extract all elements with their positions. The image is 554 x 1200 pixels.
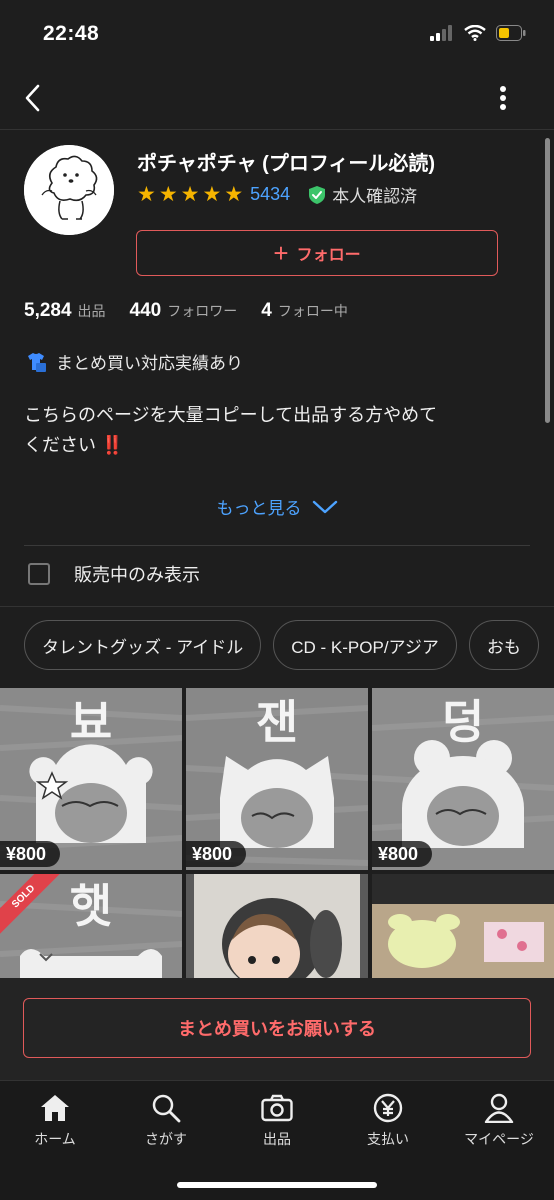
tab-home[interactable]: ホーム [0, 1091, 110, 1149]
tab-label: 出品 [263, 1131, 291, 1147]
battery-icon [496, 25, 526, 41]
listing-label: 出品 [77, 303, 106, 319]
shield-check-icon [309, 185, 326, 204]
show-more-link[interactable]: もっと見る [0, 494, 554, 519]
product-card[interactable] [186, 874, 368, 978]
product-image [186, 874, 368, 978]
verified-label: 本人確認済 [332, 187, 418, 206]
tab-label: さがす [145, 1131, 187, 1147]
chip-toys[interactable]: おも [468, 620, 539, 670]
follow-button[interactable]: + フォロー [136, 230, 498, 276]
wifi-icon [464, 25, 486, 41]
yen-icon [373, 1093, 403, 1123]
bulk-note-text: まとめ買い対応実績あり [56, 354, 243, 373]
star-icon: ★ [180, 183, 200, 206]
follow-label: フォロー [296, 247, 361, 264]
category-chips: タレントグッズ - アイドル CD - K-POP/アジア おも [24, 620, 539, 670]
bulk-purchase-note: まとめ買い対応実績あり [24, 349, 243, 374]
star-icon: ★ [202, 183, 222, 206]
on-sale-filter[interactable]: 販売中のみ表示 [28, 561, 200, 587]
plus-icon: + [273, 238, 289, 268]
verified-badge: 本人確認済 [308, 182, 417, 207]
item-glyph: 잰 [256, 695, 298, 749]
search-icon [152, 1094, 181, 1123]
follower-count[interactable]: 440 [130, 300, 162, 322]
more-vertical-icon [500, 86, 506, 110]
shop-description: こちらのページを大量コピーして出品する方やめて ください ‼️ [24, 400, 524, 460]
item-glyph: 햇 [70, 879, 112, 933]
price-tag: ¥800 [372, 841, 433, 867]
chip-idol-goods[interactable]: タレントグッズ - アイドル [24, 620, 262, 670]
on-sale-checkbox[interactable] [28, 563, 50, 585]
home-indicator [177, 1182, 377, 1188]
home-icon [41, 1095, 69, 1121]
bulk-purchase-button[interactable]: まとめ買いをお願いする [23, 998, 531, 1058]
item-glyph: 뵤 [70, 695, 112, 749]
stats-row: 5,284 出品 440 フォロワー 4 フォロー中 [24, 300, 372, 322]
chip-kpop-cd[interactable]: CD - K-POP/アジア [273, 620, 457, 670]
show-more-label: もっと見る [216, 499, 302, 518]
product-card[interactable]: 덩 ¥800 [372, 688, 554, 870]
tab-search[interactable]: さがす [111, 1091, 221, 1149]
product-card[interactable] [372, 874, 554, 978]
star-icon: ★ [224, 183, 244, 206]
bulk-purchase-bar: まとめ買いをお願いする [0, 978, 554, 1080]
chevron-down-icon [312, 500, 337, 513]
product-grid: 뵤 ¥800 잰 ¥800 덩 ¥800 햇 SOLD [0, 688, 554, 978]
exclamation-emoji: ‼️ [101, 435, 124, 455]
follower-label[interactable]: フォロワー [167, 301, 237, 321]
status-icons [430, 25, 526, 41]
price-tag: ¥800 [186, 841, 247, 867]
star-icon: ★ [158, 183, 178, 206]
dog-illustration-icon [24, 145, 114, 235]
price-tag: ¥800 [0, 841, 61, 867]
star-icon: ★ [137, 183, 156, 206]
status-time: 22:48 [43, 22, 100, 45]
divider [0, 606, 554, 607]
item-glyph: 덩 [442, 695, 484, 749]
tab-label: ホーム [34, 1131, 76, 1147]
more-options-button[interactable] [488, 80, 518, 116]
tab-sell[interactable]: 出品 [222, 1091, 332, 1149]
product-card[interactable]: 햇 SOLD [0, 874, 182, 978]
tab-payment[interactable]: 支払い [333, 1091, 443, 1149]
tab-mypage[interactable]: マイページ [444, 1091, 554, 1149]
chevron-left-icon [25, 84, 40, 112]
scrollbar[interactable] [545, 138, 550, 423]
rating-row[interactable]: ★ ★ ★ ★ ★ 5434 本人確認済 [137, 182, 417, 207]
product-card[interactable]: 잰 ¥800 [186, 688, 368, 870]
camera-icon [261, 1094, 293, 1122]
following-label[interactable]: フォロー中 [278, 301, 348, 321]
description-line-1: こちらのページを大量コピーして出品する方やめて [24, 405, 438, 425]
person-icon [484, 1093, 514, 1123]
divider [24, 545, 530, 546]
tab-label: マイページ [464, 1131, 534, 1147]
avatar [24, 145, 114, 235]
product-image [372, 874, 554, 978]
signal-icon [430, 25, 452, 41]
tab-label: 支払い [367, 1131, 409, 1147]
on-sale-label: 販売中のみ表示 [74, 565, 200, 585]
product-card[interactable]: 뵤 ¥800 [0, 688, 182, 870]
rating-count[interactable]: 5434 [250, 184, 290, 205]
nav-header [0, 70, 554, 130]
shop-name: ポチャポチャ (プロフィール必読) [137, 153, 436, 175]
following-count[interactable]: 4 [261, 300, 272, 322]
status-bar: 22:48 [0, 0, 554, 70]
shirt-box-icon [28, 352, 46, 372]
back-button[interactable] [14, 80, 50, 116]
listing-count: 5,284 [24, 300, 72, 321]
description-line-2: ください [24, 435, 96, 455]
